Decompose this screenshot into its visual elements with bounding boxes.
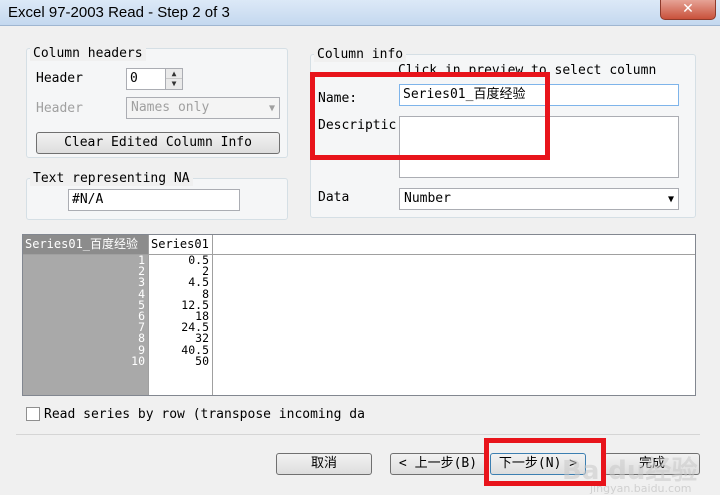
title-bar: Excel 97-2003 Read - Step 2 of 3 ✕: [0, 0, 720, 26]
finish-button[interactable]: 完成: [604, 453, 700, 475]
preview-grid[interactable]: Series01_百度经验 Series01 1 2 3 4 5 6 7 8 9…: [22, 234, 696, 396]
data-type-value: Number: [404, 191, 451, 206]
header-type-label: Header: [36, 101, 83, 116]
preview-cell: 10: [131, 353, 145, 368]
preview-column-header[interactable]: Series01_百度经验: [23, 235, 149, 255]
data-type-select[interactable]: Number ▼: [399, 188, 679, 210]
preview-cell: 2: [138, 264, 145, 279]
description-label: Descriptic: [318, 118, 397, 133]
preview-empty-header: [213, 235, 695, 255]
data-type-label: Data: [318, 190, 350, 205]
column-name-input[interactable]: Series01_百度经验: [399, 84, 679, 106]
preview-column-index[interactable]: 1 2 3 4 5 6 7 8 9 10: [23, 253, 149, 395]
header-label: Header: [36, 71, 83, 86]
preview-cell: 50: [195, 353, 209, 368]
dialog-content: Column headers Header 0 ▲ ▼ Header Names…: [6, 30, 710, 495]
preview-cell: 3: [138, 275, 145, 290]
preview-cell: 7: [138, 320, 145, 335]
na-text-input[interactable]: #N/A: [68, 189, 240, 211]
close-icon[interactable]: ✕: [682, 1, 694, 17]
header-rows-stepper[interactable]: ▲ ▼: [165, 68, 183, 90]
column-info-hint: Click in preview to select column: [398, 63, 657, 78]
close-button[interactable]: ✕: [660, 0, 716, 20]
column-headers-legend: Column headers: [30, 46, 146, 61]
spin-down-icon[interactable]: ▼: [166, 79, 182, 89]
watermark-url: jingyan.baidu.com: [590, 482, 692, 495]
preview-column-values[interactable]: 0.5 2 4.5 8 12.5 18 24.5 32 40.5 50: [149, 254, 213, 395]
chevron-down-icon: ▼: [667, 194, 674, 205]
name-label: Name:: [318, 91, 358, 106]
description-input[interactable]: [399, 116, 679, 178]
transpose-label[interactable]: Read series by row (transpose incoming d…: [44, 407, 365, 422]
header-type-value: Names only: [131, 100, 210, 115]
back-button[interactable]: < 上一步(B): [390, 453, 486, 475]
preview-cell: 4: [138, 286, 145, 301]
preview-cell: 9: [138, 342, 145, 357]
preview-cell: 1: [138, 253, 145, 267]
cancel-button[interactable]: 取消: [276, 453, 372, 475]
preview-cell: 6: [138, 308, 145, 323]
chevron-down-icon: ▼: [268, 103, 275, 114]
header-type-select[interactable]: Names only ▼: [126, 97, 280, 119]
column-info-legend: Column info: [314, 47, 407, 62]
preview-cell: 5: [138, 297, 145, 312]
header-rows-input[interactable]: 0: [126, 68, 166, 90]
transpose-checkbox[interactable]: [26, 407, 40, 421]
na-legend: Text representing NA: [30, 171, 193, 186]
spin-up-icon[interactable]: ▲: [166, 69, 182, 79]
next-button[interactable]: 下一步(N) >: [490, 453, 586, 475]
preview-cell: 8: [138, 331, 145, 346]
divider: [16, 434, 700, 435]
preview-column-header[interactable]: Series01: [149, 235, 213, 255]
clear-column-info-button[interactable]: Clear Edited Column Info: [36, 132, 280, 154]
window-title: Excel 97-2003 Read - Step 2 of 3: [8, 4, 230, 21]
